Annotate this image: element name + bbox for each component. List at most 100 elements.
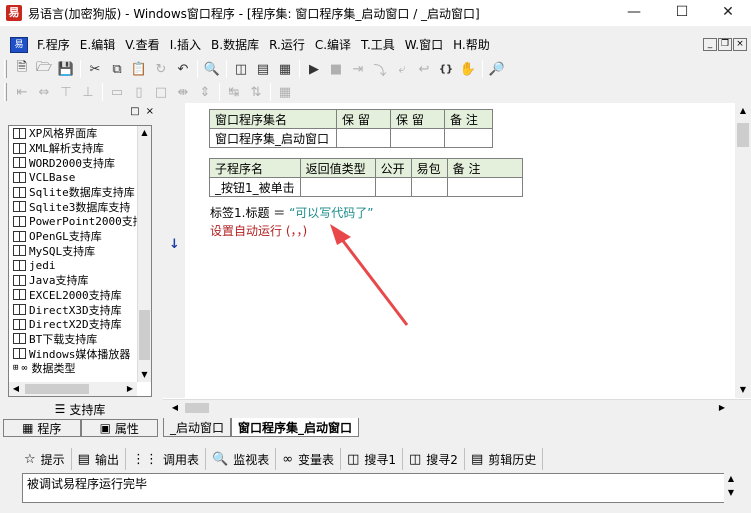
layout-split-icon[interactable]: ▤ (252, 59, 274, 79)
library-item[interactable]: WORD2000支持库 (9, 155, 151, 170)
menu-tools[interactable]: T.工具 (356, 36, 400, 54)
menu-program[interactable]: F.程序 (32, 36, 75, 54)
layout-full-icon[interactable]: ▦ (274, 59, 296, 79)
tab-output[interactable]: ▤ 输出 (72, 448, 126, 470)
tab-properties[interactable]: ▣ 属性 (80, 419, 158, 437)
code-line[interactable]: 标签1.标题 ＝ “可以写代码了” (210, 204, 374, 221)
class-name-cell[interactable]: 窗口程序集_启动窗口 (209, 128, 337, 148)
menu-run[interactable]: R.运行 (264, 36, 310, 54)
scroll-thumb[interactable] (737, 123, 749, 147)
menu-view[interactable]: V.查看 (120, 36, 164, 54)
step-over-icon[interactable]: ⤶ (391, 59, 413, 79)
output-panel[interactable]: 被调试易程序运行完毕 (22, 473, 738, 503)
maximize-button[interactable]: ☐ (659, 0, 705, 26)
run-icon[interactable]: ▶ (303, 59, 325, 79)
class-cell[interactable] (336, 128, 391, 148)
library-item[interactable]: DirectX2D支持库 (9, 317, 151, 332)
center-h-icon[interactable]: ↹ (223, 82, 245, 102)
scroll-left-icon[interactable]: ◀ (9, 382, 23, 396)
scroll-thumb[interactable] (185, 403, 209, 413)
scroll-up-icon[interactable]: ▲ (724, 473, 738, 485)
library-item[interactable]: Sqlite3数据库支持 (9, 199, 151, 214)
scroll-down-icon[interactable]: ▼ (138, 368, 151, 382)
scroll-left-icon[interactable]: ◀ (167, 400, 183, 416)
scroll-thumb[interactable] (139, 310, 150, 360)
menu-edit[interactable]: E.编辑 (75, 36, 120, 54)
menu-window[interactable]: W.窗口 (400, 36, 448, 54)
scroll-up-icon[interactable]: ▲ (735, 103, 751, 119)
menu-insert[interactable]: I.插入 (165, 36, 206, 54)
sub-cell[interactable] (446, 177, 523, 197)
debug-icon[interactable]: 🔎 (486, 59, 508, 79)
save-icon[interactable]: 💾 (55, 59, 77, 79)
library-item[interactable]: Java支持库 (9, 273, 151, 288)
toolbar-grip[interactable] (4, 83, 7, 101)
redo-icon[interactable]: ↻ (150, 59, 172, 79)
mdi-restore-button[interactable]: ❐ (718, 38, 732, 51)
menu-compile[interactable]: C.编译 (310, 36, 356, 54)
center-v-icon[interactable]: ⇅ (245, 82, 267, 102)
cut-icon[interactable]: ✂ (84, 59, 106, 79)
library-item[interactable]: Sqlite数据库支持库 (9, 185, 151, 200)
editor-vertical-scrollbar[interactable]: ▲ ▼ (735, 103, 751, 398)
mdi-close-button[interactable]: × (733, 38, 747, 51)
tab-variables[interactable]: ∞ 变量表 (276, 448, 342, 470)
toolbar-grip[interactable] (4, 60, 7, 78)
step-icon[interactable]: ⇥ (347, 59, 369, 79)
pin-icon[interactable]: □ (130, 106, 139, 117)
library-item[interactable]: MySQL支持库 (9, 244, 151, 259)
align-left-icon[interactable]: ⇤ (11, 82, 33, 102)
library-tree[interactable]: XP风格界面库 XML解析支持库 WORD2000支持库 VCLBase Sql… (8, 125, 152, 397)
align-bottom-icon[interactable]: ⊥ (77, 82, 99, 102)
close-button[interactable]: ✕ (705, 0, 751, 26)
document-icon[interactable]: 易 (10, 37, 28, 53)
tab-search1[interactable]: ◫ 搜寻1 (341, 448, 403, 470)
same-width-icon[interactable]: ▭ (106, 82, 128, 102)
scroll-right-icon[interactable]: ▶ (714, 400, 730, 416)
tab-clip-history[interactable]: ▤ 剪辑历史 (465, 448, 544, 470)
output-scrollbar[interactable]: ▲ ▼ (724, 473, 738, 503)
scroll-down-icon[interactable]: ▼ (724, 485, 738, 501)
library-item[interactable]: XML解析支持库 (9, 141, 151, 156)
paste-icon[interactable]: 📋 (128, 59, 150, 79)
grid-icon[interactable]: ▦ (274, 82, 296, 102)
class-cell[interactable] (444, 128, 493, 148)
data-types-node[interactable]: ⊞ ∞ 数据类型 (9, 361, 151, 376)
scroll-down-icon[interactable]: ▼ (735, 382, 751, 398)
tab-watch[interactable]: 🔍 监视表 (206, 448, 277, 470)
expand-icon[interactable]: ⊞ (13, 363, 18, 373)
tab-program[interactable]: ▦ 程序 (3, 419, 81, 437)
sub-name-cell[interactable]: _按钮1_被单击 (209, 177, 301, 197)
sub-cell[interactable] (299, 177, 376, 197)
menu-database[interactable]: B.数据库 (206, 36, 264, 54)
tree-vertical-scrollbar[interactable]: ▲ ▼ (137, 126, 151, 382)
panel-close-icon[interactable]: × (146, 106, 154, 117)
library-item[interactable]: EXCEL2000支持库 (9, 288, 151, 303)
menu-help[interactable]: H.帮助 (448, 36, 495, 54)
library-item[interactable]: BT下载支持库 (9, 332, 151, 347)
same-size-icon[interactable]: □ (150, 82, 172, 102)
scroll-right-icon[interactable]: ▶ (123, 382, 137, 396)
tab-start-window[interactable]: _启动窗口 (163, 418, 232, 437)
code-editor[interactable]: ↓ 窗口程序集名 保 留 保 留 备 注 窗口程序集_启动窗口 子程序名 返回值… (163, 103, 751, 416)
support-library-header[interactable]: ☰ 支持库 (8, 399, 152, 419)
find-icon[interactable]: 🔍 (201, 59, 223, 79)
stop-icon[interactable]: ■ (325, 59, 347, 79)
scroll-up-icon[interactable]: ▲ (138, 126, 151, 140)
scroll-thumb[interactable] (25, 384, 89, 394)
code-line-command[interactable]: 设置自动运行 (，，) (210, 222, 307, 239)
hand-icon[interactable]: ✋ (457, 59, 479, 79)
align-top-icon[interactable]: ⊤ (55, 82, 77, 102)
layout-icon[interactable]: ◫ (230, 59, 252, 79)
library-item[interactable]: VCLBase (9, 170, 151, 185)
sub-cell[interactable] (410, 177, 448, 197)
library-item[interactable]: jedi (9, 258, 151, 273)
tab-class-start-window[interactable]: 窗口程序集_启动窗口 (231, 418, 360, 437)
library-item[interactable]: OPenGL支持库 (9, 229, 151, 244)
align-center-icon[interactable]: ⇔ (33, 82, 55, 102)
tab-hint[interactable]: ☆ 提示 (18, 448, 72, 470)
step-out-icon[interactable]: ↩ (413, 59, 435, 79)
library-item[interactable]: XP风格界面库 (9, 126, 151, 141)
tree-horizontal-scrollbar[interactable]: ◀ ▶ (9, 382, 137, 396)
undo-icon[interactable]: ↶ (172, 59, 194, 79)
